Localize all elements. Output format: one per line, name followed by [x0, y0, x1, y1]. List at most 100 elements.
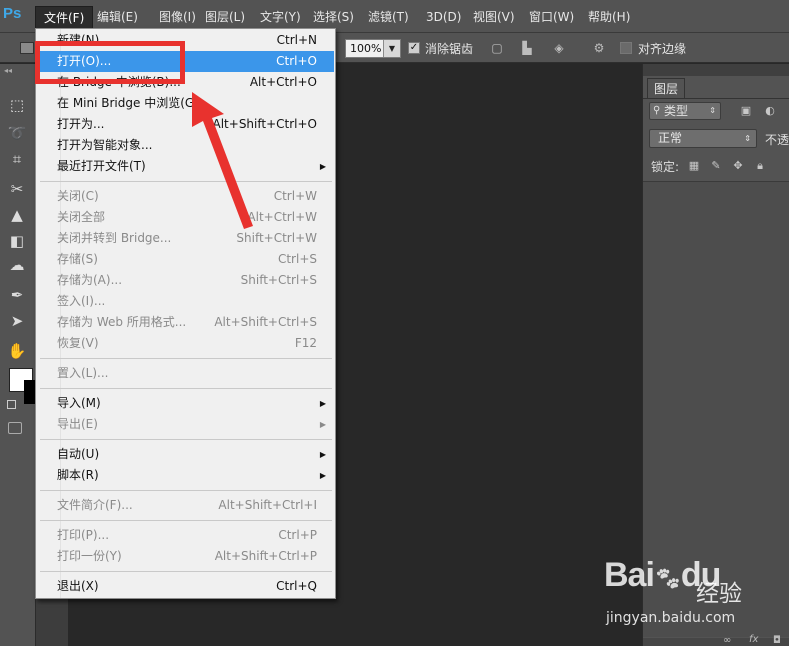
submenu-arrow-icon: ▶	[319, 420, 326, 429]
menu-item-label: 打印一份(Y)	[57, 549, 122, 563]
menu-item-label: 在 Mini Bridge 中浏览(G)...	[57, 96, 211, 110]
menu-item[interactable]: 文字(Y)	[252, 6, 309, 28]
file-menu-item[interactable]: 关闭(C) Ctrl+W	[37, 186, 334, 207]
stamp-tool-icon[interactable]: ▲	[6, 204, 28, 226]
file-menu-item[interactable]: 存储为(A)... Shift+Ctrl+S	[37, 270, 334, 291]
file-menu-item[interactable]: 关闭并转到 Bridge... Shift+Ctrl+W	[37, 228, 334, 249]
file-menu-item[interactable]: 打印(P)... Ctrl+P	[37, 525, 334, 546]
layer-filter-label: 类型	[664, 104, 689, 118]
crop-tool-icon[interactable]: ⌗	[6, 148, 28, 170]
menu-item-label: 存储为(A)...	[57, 273, 123, 287]
file-menu-item[interactable]: 在 Mini Bridge 中浏览(G)...	[37, 93, 334, 114]
collapse-icon[interactable]: ◂◂	[4, 66, 12, 75]
blend-mode-value: 正常	[658, 131, 683, 145]
lock-transparent-icon[interactable]: ▦	[687, 159, 701, 173]
menu-item[interactable]: 滤镜(T)	[360, 6, 417, 28]
menu-item-shortcut: Ctrl+Q	[276, 579, 317, 593]
align-icon[interactable]: ▢	[490, 41, 504, 55]
tab-layers[interactable]: 图层	[647, 78, 686, 98]
file-menu-item[interactable]: 导出(E) ▶	[37, 414, 334, 435]
menu-item-shortcut: Alt+Ctrl+O	[249, 75, 317, 89]
hand-tool-icon[interactable]: ✋	[6, 340, 28, 362]
file-menu-item[interactable]: 恢复(V) F12	[37, 333, 334, 354]
file-menu-dropdown: 新建(N)... Ctrl+N 打开(O)... Ctrl+O 在 Bridge 中浏览…	[35, 28, 336, 599]
menu-item[interactable]: 3D(D)	[418, 6, 469, 28]
blend-mode-select[interactable]: 正常 ⇕	[649, 129, 757, 148]
file-menu-item[interactable]: 打开为智能对象...	[37, 135, 334, 156]
mask-icon[interactable]: ◘	[773, 635, 781, 646]
menu-item[interactable]: 编辑(E)	[89, 6, 146, 28]
healing-tool-icon[interactable]: ✂	[6, 178, 28, 200]
menu-separator	[40, 358, 332, 359]
gear-icon[interactable]: ⚙	[592, 41, 606, 55]
annotation-highlight-box	[35, 41, 185, 84]
antialias-checkbox[interactable]: ✓	[408, 42, 420, 54]
chevron-down-icon[interactable]: ▼	[383, 40, 400, 57]
image-filter-icon[interactable]: ▣	[739, 104, 753, 118]
file-menu-item[interactable]: 存储为 Web 所用格式... Alt+Shift+Ctrl+S	[37, 312, 334, 333]
watermark-cn: 经验	[696, 581, 742, 607]
menu-separator	[40, 388, 332, 389]
layer-filter-select[interactable]: ⚲ 类型 ⇕	[649, 102, 721, 120]
menu-separator	[40, 571, 332, 572]
menu-item-label: 打开为智能对象...	[57, 138, 153, 152]
panel-header-strip	[643, 64, 789, 76]
file-menu-item[interactable]: 最近打开文件(T) ▶	[37, 156, 334, 177]
layers-stack-icon[interactable]: ◈	[552, 41, 566, 55]
default-colors-icon[interactable]	[7, 400, 16, 409]
menu-item[interactable]: 窗口(W)	[521, 6, 582, 28]
menu-item-shortcut: Ctrl+W	[273, 189, 317, 203]
menu-item[interactable]: 视图(V)	[465, 6, 523, 28]
photoshop-logo: Ps	[3, 5, 22, 22]
submenu-arrow-icon: ▶	[319, 450, 326, 459]
file-menu-item[interactable]: 存储(S) Ctrl+S	[37, 249, 334, 270]
file-menu-item[interactable]: 置入(L)...	[37, 363, 334, 384]
file-menu-item[interactable]: 文件简介(F)... Alt+Shift+Ctrl+I	[37, 495, 334, 516]
file-menu-item[interactable]: 打开为... Alt+Shift+Ctrl+O	[37, 114, 334, 135]
menu-separator	[40, 490, 332, 491]
lock-brush-icon[interactable]: ✎	[709, 159, 723, 173]
antialias-label: 消除锯齿	[425, 42, 474, 56]
file-menu-item[interactable]: 脚本(R) ▶	[37, 465, 334, 486]
path-select-tool-icon[interactable]: ➤	[6, 310, 28, 332]
tool-preset-icon[interactable]	[20, 42, 34, 54]
menu-item-label: 打印(P)...	[57, 528, 110, 542]
adjustment-filter-icon[interactable]: ◐	[763, 104, 777, 118]
menu-item-label: 导出(E)	[57, 417, 98, 431]
pen-tool-icon[interactable]: ✒	[6, 284, 28, 306]
layers-panel-footer: ∞ fx ◘	[643, 634, 789, 646]
lock-all-icon[interactable]: 🔒︎	[753, 159, 767, 173]
menu-item[interactable]: 图像(I)	[151, 6, 204, 28]
lock-move-icon[interactable]: ✥	[731, 159, 745, 173]
lasso-tool-icon[interactable]: ➰	[6, 122, 28, 144]
opacity-label: 不透	[765, 133, 789, 147]
menu-item[interactable]: 选择(S)	[305, 6, 362, 28]
file-menu-item[interactable]: 签入(I)...	[37, 291, 334, 312]
menu-item[interactable]: 帮助(H)	[580, 6, 638, 28]
link-icon[interactable]: ∞	[723, 635, 731, 646]
menu-separator	[40, 520, 332, 521]
menu-item-label: 关闭全部	[57, 210, 106, 224]
blur-tool-icon[interactable]: ☁	[6, 254, 28, 276]
marquee-tool-icon[interactable]: ⬚	[6, 94, 28, 116]
menu-item-label: 打开为...	[57, 117, 105, 131]
menu-item[interactable]: 图层(L)	[197, 6, 253, 28]
quick-mask-icon[interactable]	[8, 422, 22, 434]
file-menu-item[interactable]: 关闭全部 Alt+Ctrl+W	[37, 207, 334, 228]
align-edges-checkbox[interactable]	[620, 42, 632, 54]
chevron-updown-icon: ⇕	[709, 106, 716, 115]
file-menu-item[interactable]: 导入(M) ▶	[37, 393, 334, 414]
menu-item[interactable]: 文件(F)	[35, 6, 94, 28]
file-menu-item[interactable]: 退出(X) Ctrl+Q	[37, 576, 334, 597]
menu-item-shortcut: Alt+Shift+Ctrl+P	[214, 549, 317, 563]
menu-item-shortcut: Ctrl+S	[277, 252, 317, 266]
submenu-arrow-icon: ▶	[319, 162, 326, 171]
eraser-tool-icon[interactable]: ◧	[6, 230, 28, 252]
tool-panel: ◂◂ ⬚ ➰ ⌗ ✂ ▲ ◧ ☁ ✒ ➤ ✋	[0, 64, 36, 646]
chevron-updown-icon: ⇕	[744, 134, 751, 143]
file-menu-item[interactable]: 打印一份(Y) Alt+Shift+Ctrl+P	[37, 546, 334, 567]
arrange-icon[interactable]: ▙	[520, 41, 534, 55]
menu-item-label: 文件简介(F)...	[57, 498, 133, 512]
menu-item-label: 最近打开文件(T)	[57, 159, 146, 173]
file-menu-item[interactable]: 自动(U) ▶	[37, 444, 334, 465]
